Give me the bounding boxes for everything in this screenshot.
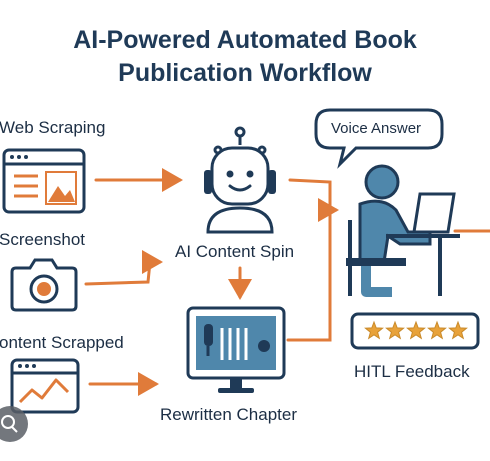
person-at-laptop-icon xyxy=(346,164,460,297)
label-ai-content-spin: AI Content Spin xyxy=(175,242,295,261)
chart-window-icon xyxy=(10,358,80,414)
arrow-ai-to-hitl xyxy=(288,178,339,222)
label-hitl-feedback: HITL Feedback xyxy=(354,362,470,381)
arrow-screenshot-to-ai xyxy=(84,250,163,286)
label-screenshot: Screenshot xyxy=(0,230,85,249)
camera-icon xyxy=(10,258,78,312)
monitor-icon xyxy=(186,306,286,393)
label-rewritten-chapter: Rewritten Chapter xyxy=(160,405,298,424)
speech-bubble-icon xyxy=(314,108,444,169)
arrow-chapter-to-hitl xyxy=(286,210,332,342)
label-content-scrapped: ontent Scrapped xyxy=(0,333,124,352)
label-web-scraping: Web Scraping xyxy=(0,118,106,137)
label-voice-answer: Voice Answer xyxy=(331,120,422,137)
robot-icon xyxy=(204,126,276,234)
browser-window-icon xyxy=(2,148,86,214)
